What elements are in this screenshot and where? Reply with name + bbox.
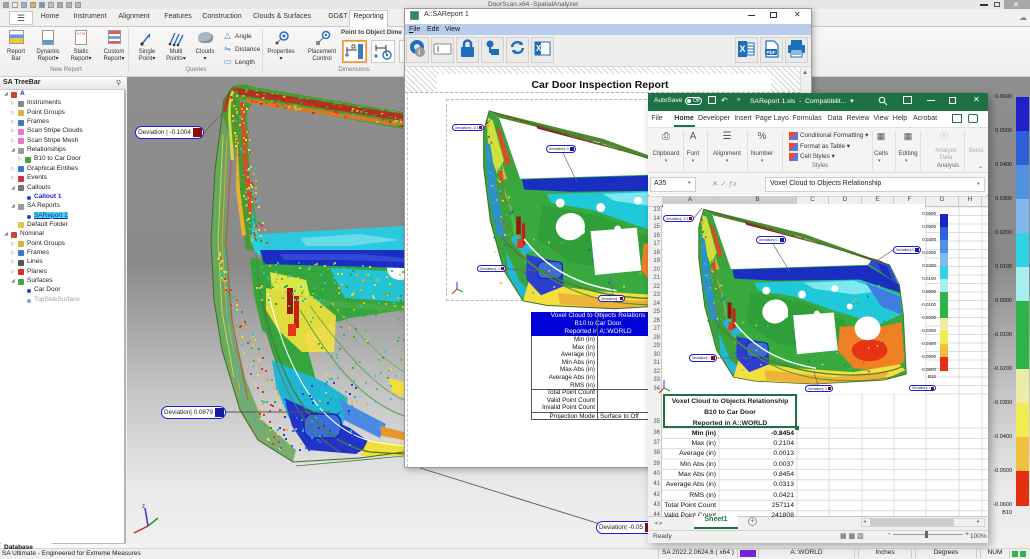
svg-text:X: X (536, 44, 542, 53)
svg-text:z: z (142, 504, 145, 510)
svg-text:X: X (740, 44, 746, 54)
svg-text:i: i (418, 50, 420, 57)
svg-text:PDF: PDF (767, 50, 776, 55)
